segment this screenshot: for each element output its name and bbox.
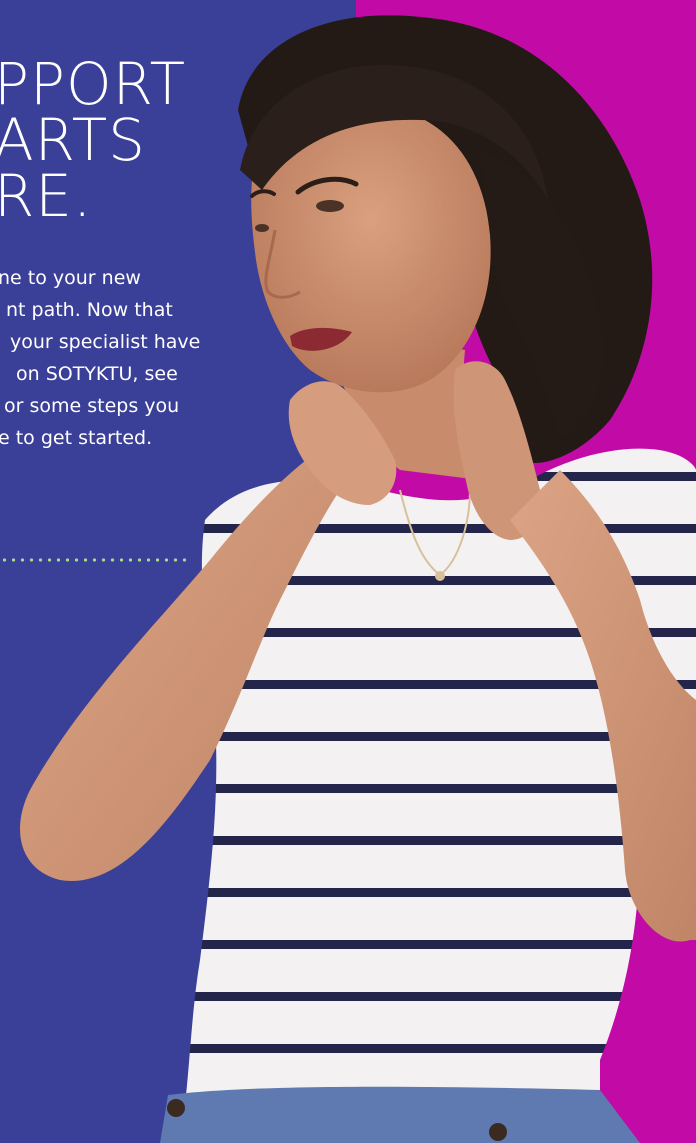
woman-photo (20, 15, 696, 1143)
jeans (160, 1086, 640, 1143)
eye (316, 200, 344, 212)
eye-2 (255, 224, 269, 232)
jeans-button (167, 1099, 185, 1117)
jeans-button-2 (489, 1123, 507, 1141)
hero-panel: PPORT ARTS RE. ne to your new nt path. N… (0, 0, 696, 1143)
